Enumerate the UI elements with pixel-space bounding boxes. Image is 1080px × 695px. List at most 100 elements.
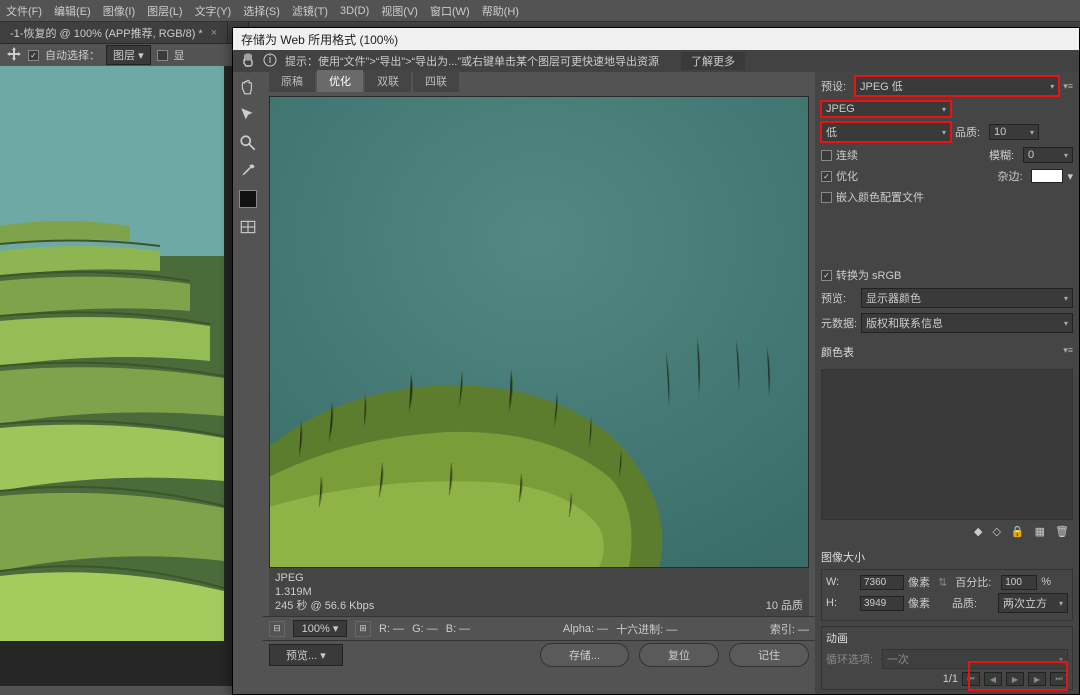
browser-preview-button[interactable]: 预览... ▾ bbox=[269, 644, 343, 666]
tip-bar: i 提示：使用“文件”>“导出”>“导出为...”或右键单击某个图层可更快速地导… bbox=[233, 50, 1079, 72]
preset-menu-icon[interactable]: ▾≡ bbox=[1063, 81, 1073, 92]
menu-type[interactable]: 文字(Y) bbox=[195, 3, 232, 19]
zoom-in-button[interactable]: ⊞ bbox=[355, 621, 371, 637]
hand-tool[interactable] bbox=[239, 78, 257, 96]
width-input[interactable] bbox=[860, 575, 904, 590]
progressive-label: 连续 bbox=[836, 147, 858, 163]
first-frame-button[interactable]: ⏮ bbox=[962, 672, 980, 686]
preset-select[interactable]: JPEG 低▾ bbox=[855, 76, 1059, 96]
save-button[interactable]: 存储... bbox=[540, 643, 629, 667]
matte-swatch[interactable] bbox=[1031, 169, 1063, 183]
tab-2up[interactable]: 双联 bbox=[365, 70, 411, 92]
dialog-button-bar: 预览... ▾ 存储... 复位 记住 bbox=[263, 640, 815, 668]
menu-view[interactable]: 视图(V) bbox=[381, 3, 418, 19]
dialog-title: 存储为 Web 所用格式 (100%) bbox=[233, 28, 1079, 50]
menu-window[interactable]: 窗口(W) bbox=[430, 3, 470, 19]
loop-select: 一次▾ bbox=[882, 649, 1068, 669]
info-quality: 10 品质 bbox=[766, 599, 803, 613]
menu-select[interactable]: 选择(S) bbox=[243, 3, 280, 19]
next-frame-button[interactable]: ▶ bbox=[1028, 672, 1046, 686]
matte-label: 杂边: bbox=[997, 168, 1027, 184]
ct-tool-4[interactable]: ▦ bbox=[1035, 525, 1045, 538]
image-size-label: 图像大小 bbox=[821, 549, 1073, 565]
readout-alpha: Alpha: — bbox=[563, 623, 608, 635]
readout-index: 索引: — bbox=[770, 621, 809, 637]
prev-frame-button[interactable]: ◀ bbox=[984, 672, 1002, 686]
preview-info: JPEG 1.319M 245 秒 @ 56.6 Kbps 10 品质 bbox=[269, 568, 809, 616]
zoom-tool[interactable] bbox=[239, 134, 257, 152]
height-input[interactable] bbox=[860, 596, 904, 611]
hand-tool-icon[interactable] bbox=[241, 53, 255, 70]
quality-value[interactable]: 10▾ bbox=[989, 124, 1039, 140]
zoom-select[interactable]: 100% ▾ bbox=[293, 620, 347, 637]
format-select[interactable]: JPEG▾ bbox=[821, 101, 951, 117]
tab-original[interactable]: 原稿 bbox=[269, 70, 315, 92]
document-tab[interactable]: -1-恢复的 @ 100% (APP推荐, RGB/8) *× bbox=[0, 22, 228, 43]
metadata-label: 元数据: bbox=[821, 315, 857, 331]
ct-tool-3[interactable]: 🔒 bbox=[1011, 525, 1025, 538]
move-tool-icon bbox=[6, 46, 22, 65]
zoom-out-button[interactable]: ⊟ bbox=[269, 621, 285, 637]
quality-preset-select[interactable]: 低▾ bbox=[821, 122, 951, 142]
last-frame-button[interactable]: ⏭ bbox=[1050, 672, 1068, 686]
play-button[interactable]: ▶ bbox=[1006, 672, 1024, 686]
link-icon[interactable]: ⇅ bbox=[938, 576, 947, 589]
blur-value[interactable]: 0▾ bbox=[1023, 147, 1073, 163]
progressive-checkbox[interactable] bbox=[821, 150, 832, 161]
menu-filter[interactable]: 滤镜(T) bbox=[292, 3, 328, 19]
image-size-box: W: 像素 ⇅ 百分比: % H: 像素 品质: 两次立方▾ bbox=[821, 569, 1073, 621]
document-canvas[interactable] bbox=[0, 66, 232, 686]
tab-optimized[interactable]: 优化 bbox=[317, 70, 363, 92]
menu-3d[interactable]: 3D(D) bbox=[340, 5, 369, 17]
options-bar: 自动选择： 图层 ▾ 显 bbox=[0, 44, 232, 66]
frame-counter: 1/1 bbox=[943, 673, 958, 685]
info-format: JPEG bbox=[275, 571, 374, 585]
show-transform-checkbox[interactable] bbox=[157, 50, 168, 61]
settings-panel: 预设: JPEG 低▾ ▾≡ JPEG▾ 低▾ 品质: 10▾ 连续 模糊: 0… bbox=[815, 72, 1079, 694]
readout-hex: 十六进制: — bbox=[616, 621, 677, 637]
auto-select-target[interactable]: 图层 ▾ bbox=[106, 45, 151, 65]
convert-srgb-label: 转换为 sRGB bbox=[836, 267, 901, 283]
quality-label: 品质: bbox=[955, 124, 985, 140]
metadata-select[interactable]: 版权和联系信息▾ bbox=[861, 313, 1073, 333]
dialog-tool-strip bbox=[233, 72, 263, 694]
embed-profile-checkbox[interactable] bbox=[821, 192, 832, 203]
ct-tool-trash[interactable]: 🗑 bbox=[1055, 525, 1069, 538]
w-label: W: bbox=[826, 576, 856, 588]
slice-select-tool[interactable] bbox=[239, 106, 257, 124]
readout-bar: ⊟ 100% ▾ ⊞ R: — G: — B: — Alpha: — 十六进制:… bbox=[263, 616, 815, 640]
ct-tool-2[interactable]: ◇ bbox=[992, 525, 1000, 538]
preview-tabs: 原稿 优化 双联 四联 bbox=[263, 72, 815, 92]
menu-image[interactable]: 图像(I) bbox=[103, 3, 135, 19]
menu-edit[interactable]: 编辑(E) bbox=[54, 3, 91, 19]
eyedropper-tool[interactable] bbox=[239, 162, 257, 180]
optimized-checkbox[interactable] bbox=[821, 171, 832, 182]
close-icon[interactable]: × bbox=[211, 27, 217, 39]
menu-layer[interactable]: 图层(L) bbox=[147, 3, 182, 19]
tip-text: 提示：使用“文件”>“导出”>“导出为...”或右键单击某个图层可更快速地导出资… bbox=[285, 53, 659, 69]
learn-more-button[interactable]: 了解更多 bbox=[681, 52, 745, 70]
tab-4up[interactable]: 四联 bbox=[413, 70, 459, 92]
percent-label: 百分比: bbox=[955, 574, 997, 590]
animation-box: 动画 循环选项: 一次▾ 1/1 ⏮ ◀ ▶ ▶ ⏭ bbox=[821, 626, 1073, 690]
resample-quality-select[interactable]: 两次立方▾ bbox=[998, 593, 1068, 613]
menu-file[interactable]: 文件(F) bbox=[6, 3, 42, 19]
auto-select-checkbox[interactable] bbox=[28, 50, 39, 61]
preview-select[interactable]: 显示器颜色▾ bbox=[861, 288, 1073, 308]
remember-button[interactable]: 记住 bbox=[729, 643, 809, 667]
image-preview[interactable] bbox=[269, 96, 809, 568]
convert-srgb-checkbox[interactable] bbox=[821, 270, 832, 281]
eyedropper-color-swatch[interactable] bbox=[239, 190, 257, 208]
blur-label: 模糊: bbox=[989, 147, 1019, 163]
menu-help[interactable]: 帮助(H) bbox=[482, 3, 519, 19]
resample-quality-label: 品质: bbox=[952, 595, 994, 611]
px-label-1: 像素 bbox=[908, 574, 930, 590]
ct-tool-1[interactable]: ◆ bbox=[974, 525, 982, 538]
reset-button[interactable]: 复位 bbox=[639, 643, 719, 667]
pct-label: % bbox=[1041, 576, 1051, 588]
animation-label: 动画 bbox=[826, 630, 1068, 646]
percent-input[interactable] bbox=[1001, 575, 1037, 590]
toggle-slices-icon[interactable] bbox=[239, 218, 257, 236]
preset-label: 预设: bbox=[821, 78, 851, 94]
color-table-menu-icon[interactable]: ▾≡ bbox=[1063, 345, 1073, 356]
